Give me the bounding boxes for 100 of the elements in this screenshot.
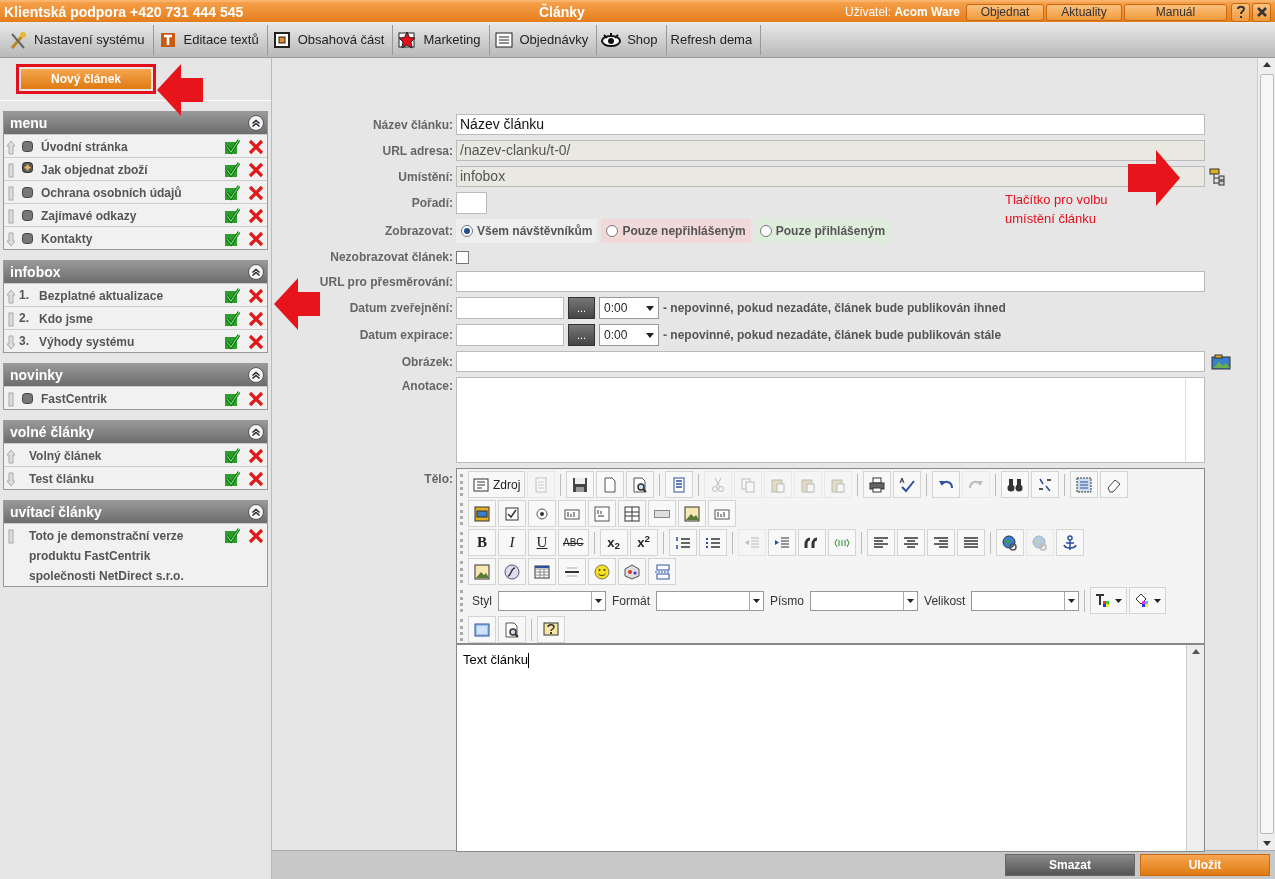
toolbar-button[interactable]: [1129, 587, 1167, 614]
toolbar-button[interactable]: x$_{2}$: [599, 529, 628, 556]
dropdown[interactable]: [971, 590, 1080, 611]
move-handle[interactable]: [7, 309, 15, 327]
publish-toggle[interactable]: [224, 389, 240, 407]
move-handle[interactable]: [7, 160, 15, 178]
radio-option[interactable]: Pouze přihlášeným: [754, 219, 891, 243]
publish-toggle[interactable]: [224, 309, 240, 327]
publish-toggle[interactable]: [224, 286, 240, 304]
help-button[interactable]: [1231, 2, 1250, 22]
collapse-button[interactable]: [248, 264, 264, 280]
toolbar-button[interactable]: [468, 500, 496, 527]
article-link[interactable]: Bezplatné aktualizace: [39, 286, 220, 306]
publish-toggle[interactable]: [224, 183, 240, 201]
article-link[interactable]: Úvodní stránka: [41, 137, 220, 157]
article-link[interactable]: Jak objednat zboží: [41, 160, 220, 180]
publish-toggle[interactable]: [224, 137, 240, 155]
menu-item[interactable]: Shop: [597, 24, 667, 55]
dropdown[interactable]: [810, 590, 919, 611]
article-link[interactable]: Kontakty: [41, 229, 220, 249]
publish-toggle[interactable]: [224, 469, 240, 487]
scrollbar[interactable]: [1186, 645, 1204, 851]
location-input[interactable]: infobox: [456, 166, 1205, 187]
toolbar-button[interactable]: ABC: [558, 529, 589, 556]
toolbar-button[interactable]: [566, 471, 595, 498]
menu-item[interactable]: Refresh dema: [666, 24, 762, 55]
toolbar-button[interactable]: B: [468, 529, 496, 556]
toolbar-button[interactable]: [1055, 529, 1084, 556]
date-picker-button[interactable]: ...: [568, 297, 595, 319]
toolbar-button[interactable]: [896, 529, 925, 556]
toolbar-button[interactable]: [558, 558, 586, 585]
toolbar-button[interactable]: [932, 471, 961, 498]
move-handle[interactable]: [7, 389, 15, 407]
text-input[interactable]: Název článku: [456, 114, 1205, 135]
date-input[interactable]: [456, 324, 564, 346]
article-link[interactable]: Kdo jsme: [39, 309, 220, 329]
toolbar-button[interactable]: [698, 529, 727, 556]
image-input[interactable]: [456, 351, 1205, 372]
url-input[interactable]: /nazev-clanku/t-0/: [456, 140, 1205, 161]
toolbar-button[interactable]: [498, 500, 526, 527]
toolbar-button[interactable]: [866, 529, 895, 556]
article-link[interactable]: Volný článek: [29, 446, 220, 466]
toolbar-button[interactable]: [1090, 587, 1128, 614]
menu-item[interactable]: Objednávky: [489, 24, 598, 55]
dropdown[interactable]: [498, 590, 606, 611]
toolbar-button[interactable]: [1001, 471, 1030, 498]
time-select[interactable]: 0:00: [599, 324, 659, 346]
article-link[interactable]: Zajímavé odkazy: [41, 206, 220, 226]
toolbar-button[interactable]: [863, 471, 892, 498]
move-handle[interactable]: [7, 469, 15, 487]
article-link[interactable]: Výhody systému: [39, 332, 220, 352]
time-select[interactable]: 0:00: [599, 297, 659, 319]
toolbar-button[interactable]: [537, 616, 565, 643]
move-handle[interactable]: [7, 183, 15, 201]
close-button[interactable]: [1252, 2, 1271, 22]
move-handle[interactable]: [7, 206, 15, 224]
radio-option[interactable]: Pouze nepřihlášeným: [601, 219, 751, 243]
move-handle[interactable]: [7, 229, 15, 247]
toolbar-button[interactable]: [926, 529, 955, 556]
toolbar-button[interactable]: [626, 471, 655, 498]
dropdown[interactable]: [656, 590, 765, 611]
collapse-button[interactable]: [248, 504, 264, 520]
toolbar-button[interactable]: x$^{2}$: [629, 529, 658, 556]
toolbar-button[interactable]: [893, 471, 922, 498]
order-input[interactable]: [456, 192, 487, 214]
collapse-button[interactable]: [248, 115, 264, 131]
toolbar-button[interactable]: [956, 529, 985, 556]
header-button[interactable]: Manuál: [1124, 3, 1227, 21]
menu-item[interactable]: Marketing: [393, 24, 490, 55]
publish-toggle[interactable]: [224, 526, 240, 544]
date-input[interactable]: [456, 297, 564, 319]
toolbar-button[interactable]: [668, 529, 697, 556]
collapse-button[interactable]: [248, 424, 264, 440]
publish-toggle[interactable]: [224, 206, 240, 224]
article-link[interactable]: Ochrana osobních údajů: [41, 183, 220, 203]
move-handle[interactable]: [7, 526, 15, 544]
image-browse-button[interactable]: [1209, 353, 1232, 370]
publish-toggle[interactable]: [224, 160, 240, 178]
text-input[interactable]: [456, 271, 1205, 292]
article-link[interactable]: FastCentrik: [41, 389, 220, 409]
move-handle[interactable]: [7, 332, 15, 350]
menu-item[interactable]: Editace textů: [153, 24, 268, 55]
article-link[interactable]: Toto je demonstrační verze produktu FastCentrik společnosti NetDirect s.r.o.: [29, 526, 220, 586]
article-link[interactable]: Test článku: [29, 469, 220, 489]
menu-item[interactable]: Nastavení systému: [4, 24, 154, 55]
radio-option[interactable]: Všem návštěvníkům: [456, 219, 598, 243]
publish-toggle[interactable]: [224, 446, 240, 464]
toolbar-button[interactable]: [528, 558, 556, 585]
scrollbar[interactable]: [1257, 58, 1275, 850]
delete-button[interactable]: Smazat: [1005, 854, 1135, 876]
toolbar-button[interactable]: [995, 529, 1024, 556]
toolbar-button[interactable]: [797, 529, 826, 556]
collapse-button[interactable]: [248, 367, 264, 383]
toolbar-button[interactable]: I: [498, 529, 526, 556]
publish-toggle[interactable]: [224, 229, 240, 247]
header-button[interactable]: Aktuality: [1046, 3, 1122, 21]
toolbar-button[interactable]: [498, 616, 526, 643]
toolbar-button[interactable]: Zdroj: [468, 471, 526, 498]
publish-toggle[interactable]: [224, 332, 240, 350]
toolbar-button[interactable]: [1031, 471, 1060, 498]
